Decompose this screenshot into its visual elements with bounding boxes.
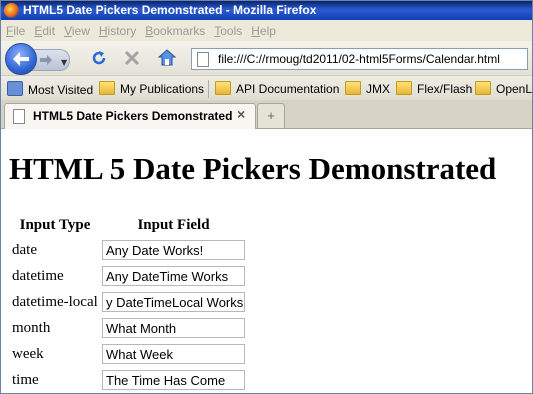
folder-icon xyxy=(345,81,361,95)
stop-icon[interactable] xyxy=(124,50,140,66)
address-bar[interactable]: file:///C://rmoug/td2011/02-html5Forms/C… xyxy=(191,48,528,70)
forward-arrow-icon xyxy=(40,55,52,65)
column-header-input-field: Input Field xyxy=(137,216,210,233)
page-icon xyxy=(197,52,209,67)
input-type-label: time xyxy=(12,371,39,388)
table-row: date Any Date Works! xyxy=(11,238,246,262)
table-row: datetime-local y DateTimeLocal Works xyxy=(11,290,246,314)
page-heading: HTML 5 Date Pickers Demonstrated xyxy=(9,151,497,186)
menu-history[interactable]: History xyxy=(94,22,140,38)
page-content: HTML 5 Date Pickers Demonstrated Input T… xyxy=(1,129,532,393)
input-type-label: month xyxy=(12,319,51,336)
time-input[interactable]: The Time Has Come xyxy=(102,370,245,390)
date-input[interactable]: Any Date Works! xyxy=(102,240,245,260)
bookmark-jmx[interactable]: JMX xyxy=(345,81,390,96)
tab-label: HTML5 Date Pickers Demonstrated xyxy=(33,109,233,123)
input-type-label: datetime xyxy=(12,267,64,284)
bookmark-my-publications[interactable]: My Publications xyxy=(99,81,204,96)
tab-strip: HTML5 Date Pickers Demonstrated × + xyxy=(1,100,532,129)
bookmark-openla[interactable]: OpenLa xyxy=(475,81,532,96)
menu-file[interactable]: File xyxy=(1,22,29,38)
new-tab-button[interactable]: + xyxy=(257,103,285,128)
menu-bookmarks[interactable]: Bookmarks xyxy=(140,22,209,38)
input-type-label: datetime-local xyxy=(12,293,98,310)
firefox-logo-icon xyxy=(4,3,19,18)
input-type-label: week xyxy=(12,345,44,362)
url-text: file:///C://rmoug/td2011/02-html5Forms/C… xyxy=(218,52,500,66)
folder-icon xyxy=(215,81,231,95)
table-row: datetime Any DateTime Works xyxy=(11,264,246,288)
menu-bar: File Edit View History Bookmarks Tools Help xyxy=(1,20,532,41)
folder-icon xyxy=(475,81,491,95)
reload-icon[interactable] xyxy=(91,50,107,66)
menu-view[interactable]: View xyxy=(59,22,94,38)
page-icon xyxy=(13,109,25,124)
bookmark-flex-flash[interactable]: Flex/Flash xyxy=(396,81,472,96)
most-visited-icon xyxy=(7,81,23,96)
close-tab-icon[interactable]: × xyxy=(237,106,245,122)
bookmark-api-documentation[interactable]: API Documentation xyxy=(215,81,339,96)
tab-calendar[interactable]: HTML5 Date Pickers Demonstrated × xyxy=(4,103,256,129)
navigation-toolbar: ▼ file:///C://rmoug/td2011/02-html5Forms… xyxy=(1,41,532,75)
date-picker-table: Input Type Input Field date Any Date Wor… xyxy=(9,212,248,393)
browser-window: HTML5 Date Pickers Demonstrated - Mozill… xyxy=(0,0,533,394)
back-button[interactable] xyxy=(5,43,37,75)
window-title: HTML5 Date Pickers Demonstrated - Mozill… xyxy=(23,3,317,17)
home-icon[interactable] xyxy=(158,49,176,66)
datetime-input[interactable]: Any DateTime Works xyxy=(102,266,245,286)
input-type-label: date xyxy=(12,241,37,258)
folder-icon xyxy=(99,81,115,95)
folder-icon xyxy=(396,81,412,95)
week-input[interactable]: What Week xyxy=(102,344,245,364)
table-header-row: Input Type Input Field xyxy=(11,214,246,236)
history-dropdown-icon[interactable]: ▼ xyxy=(61,58,67,67)
datetime-local-input[interactable]: y DateTimeLocal Works xyxy=(102,292,245,312)
table-row: week What Week xyxy=(11,342,246,366)
menu-help[interactable]: Help xyxy=(246,22,280,38)
table-row: time The Time Has Come xyxy=(11,368,246,392)
title-bar: HTML5 Date Pickers Demonstrated - Mozill… xyxy=(1,1,532,20)
column-header-input-type: Input Type xyxy=(19,216,91,233)
menu-edit[interactable]: Edit xyxy=(29,22,59,38)
menu-tools[interactable]: Tools xyxy=(209,22,246,38)
bookmark-most-visited[interactable]: Most Visited xyxy=(7,81,93,97)
bookmarks-separator xyxy=(208,80,209,98)
table-row: month What Month xyxy=(11,316,246,340)
bookmarks-toolbar: Most Visited My Publications API Documen… xyxy=(1,75,532,101)
back-arrow-icon xyxy=(13,52,29,66)
month-input[interactable]: What Month xyxy=(102,318,245,338)
